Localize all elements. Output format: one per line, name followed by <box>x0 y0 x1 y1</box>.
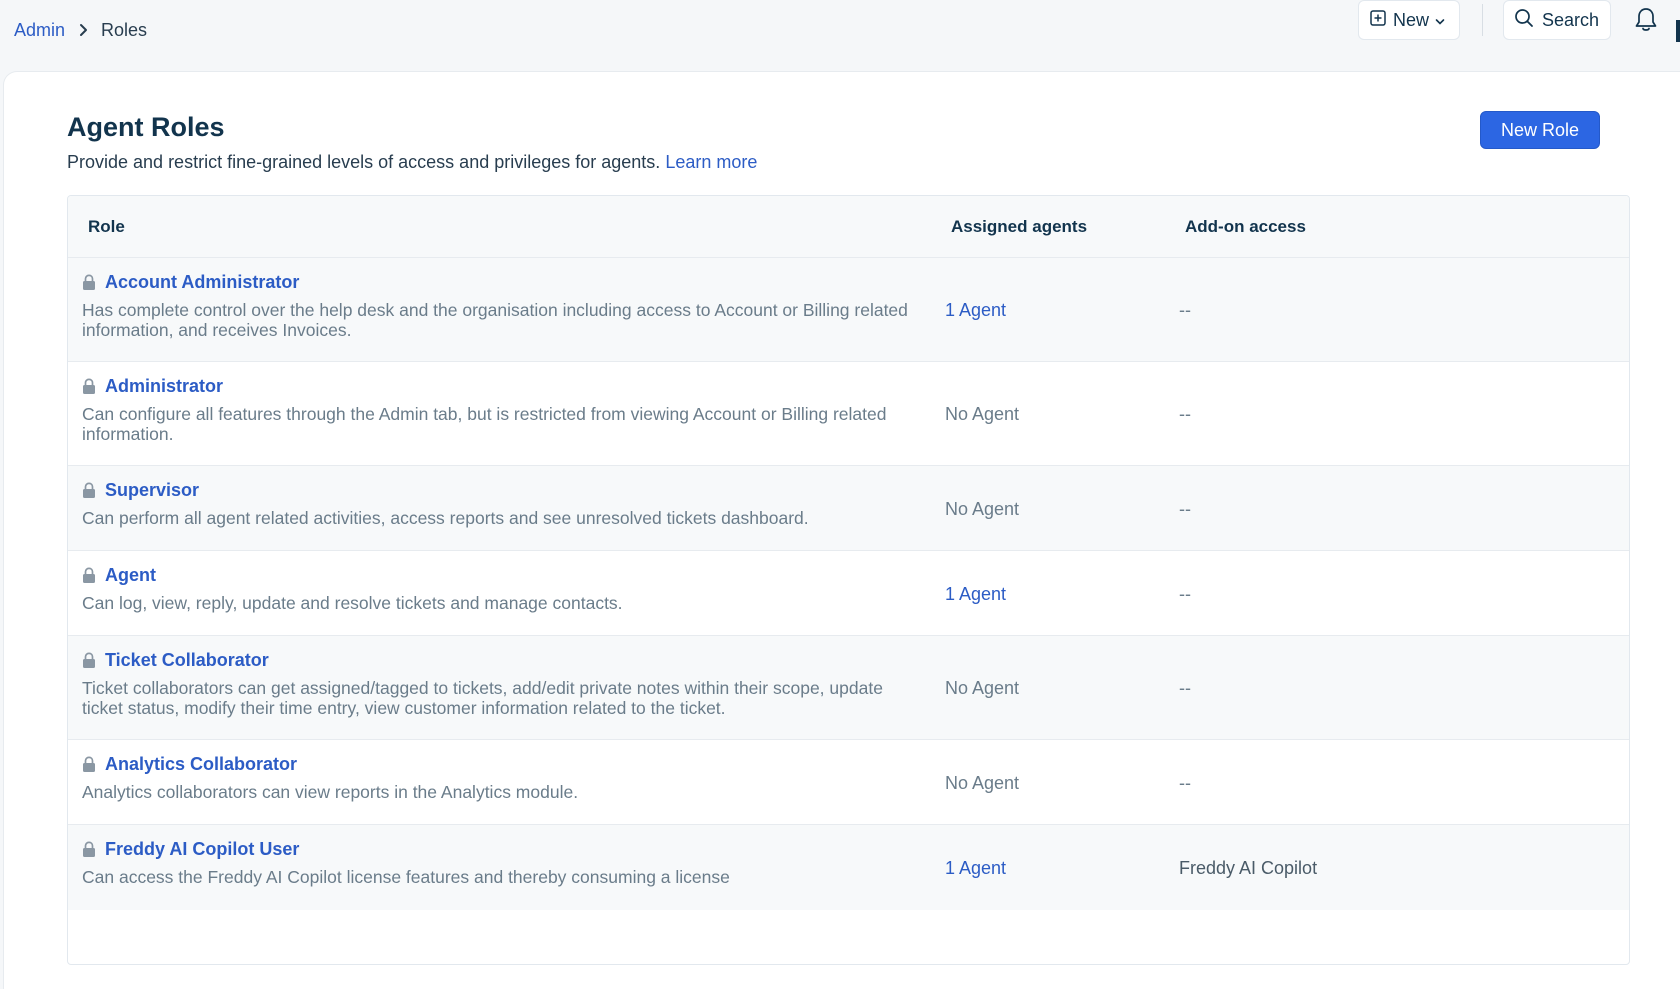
role-name-link[interactable]: Administrator <box>105 376 223 397</box>
new-role-button[interactable]: New Role <box>1480 111 1600 149</box>
edge-mark <box>1676 20 1680 42</box>
page-title: Agent Roles <box>67 112 225 142</box>
lock-icon <box>82 567 98 585</box>
breadcrumb-current: Roles <box>101 19 148 40</box>
assigned-agents-value: No Agent <box>945 404 1020 424</box>
role-description: Can access the Freddy AI Copilot license… <box>82 867 730 887</box>
learn-more-link[interactable]: Learn more <box>665 152 757 172</box>
role-description: Analytics collaborators can view reports… <box>82 782 579 802</box>
addon-access-value: Freddy AI Copilot <box>1179 858 1318 878</box>
table-row: Analytics Collaborator Analytics collabo… <box>68 740 1629 825</box>
new-button-label: New <box>1393 9 1430 30</box>
breadcrumb-admin-link[interactable]: Admin <box>14 20 65 41</box>
assigned-agents-value: No Agent <box>945 773 1020 793</box>
search-button[interactable]: Search <box>1503 0 1611 40</box>
role-description: Can perform all agent related activities… <box>82 508 809 528</box>
main-panel: Agent Roles Provide and restrict fine-gr… <box>3 71 1680 989</box>
topbar-divider <box>1482 4 1483 36</box>
role-name-link[interactable]: Agent <box>105 565 156 586</box>
role-name-link[interactable]: Analytics Collaborator <box>105 754 297 775</box>
bell-icon[interactable] <box>1630 4 1662 36</box>
roles-table: Role Assigned agents Add-on access Accou… <box>67 195 1630 965</box>
lock-icon <box>82 841 98 859</box>
role-name-link[interactable]: Supervisor <box>105 480 199 501</box>
assigned-agents-value: No Agent <box>945 678 1020 698</box>
header-assigned-agents: Assigned agents <box>951 217 1088 236</box>
table-row: Administrator Can configure all features… <box>68 362 1629 466</box>
addon-access-value: -- <box>1179 584 1191 604</box>
role-description: Ticket collaborators can get assigned/ta… <box>82 678 883 718</box>
role-description: Has complete control over the help desk … <box>82 300 908 340</box>
header-addon-access: Add-on access <box>1185 217 1306 236</box>
plus-square-icon <box>1369 9 1387 32</box>
table-header: Role Assigned agents Add-on access <box>68 196 1629 258</box>
table-row: Supervisor Can perform all agent related… <box>68 466 1629 551</box>
chevron-down-icon <box>1435 10 1445 31</box>
search-button-label: Search <box>1542 9 1600 30</box>
role-name-link[interactable]: Freddy AI Copilot User <box>105 839 299 860</box>
lock-icon <box>82 652 98 670</box>
breadcrumb: Admin Roles <box>14 18 147 42</box>
assigned-agents-value: No Agent <box>945 499 1020 519</box>
role-description: Can log, view, reply, update and resolve… <box>82 593 623 613</box>
addon-access-value: -- <box>1179 678 1191 698</box>
assigned-agents-link[interactable]: 1 Agent <box>945 858 1006 879</box>
lock-icon <box>82 274 98 292</box>
addon-access-value: -- <box>1179 499 1191 519</box>
assigned-agents-link[interactable]: 1 Agent <box>945 300 1006 321</box>
table-row: Agent Can log, view, reply, update and r… <box>68 551 1629 636</box>
top-bar: Admin Roles New Search <box>0 0 1680 70</box>
lock-icon <box>82 482 98 500</box>
addon-access-value: -- <box>1179 773 1191 793</box>
header-role: Role <box>88 217 125 236</box>
lock-icon <box>82 378 98 396</box>
role-name-link[interactable]: Ticket Collaborator <box>105 650 269 671</box>
addon-access-value: -- <box>1179 404 1191 424</box>
new-button[interactable]: New <box>1358 0 1460 40</box>
page-description-text: Provide and restrict fine-grained levels… <box>67 152 661 172</box>
chevron-right-icon <box>79 23 89 37</box>
table-row: Freddy AI Copilot User Can access the Fr… <box>68 825 1629 910</box>
table-row: Account Administrator Has complete contr… <box>68 258 1629 362</box>
search-icon <box>1514 8 1534 33</box>
role-name-link[interactable]: Account Administrator <box>105 272 299 293</box>
table-row: Ticket Collaborator Ticket collaborators… <box>68 636 1629 740</box>
role-description: Can configure all features through the A… <box>82 404 887 444</box>
page-description: Provide and restrict fine-grained levels… <box>67 152 757 173</box>
assigned-agents-link[interactable]: 1 Agent <box>945 584 1006 605</box>
addon-access-value: -- <box>1179 300 1191 320</box>
lock-icon <box>82 756 98 774</box>
